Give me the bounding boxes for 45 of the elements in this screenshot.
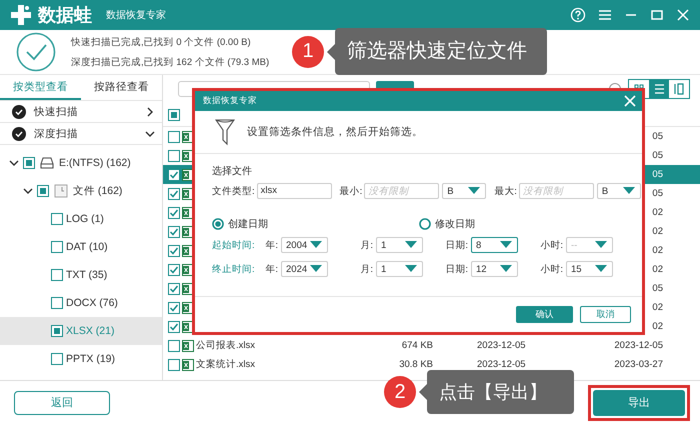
table-cell: 公司报表.xlsx — [196, 340, 255, 351]
table-cell: 02 — [652, 321, 663, 332]
field-label: 月: — [360, 262, 373, 276]
table-cell: 02 — [652, 264, 663, 275]
scan-summary-text: 深度扫描已完成,已找到 162 个文件 (79.3 MB) — [71, 56, 270, 68]
window-title: 数据恢复专家 — [106, 8, 166, 22]
table-cell: 02 — [652, 245, 663, 256]
field-label: 年: — [265, 262, 278, 276]
table-cell: 02 — [652, 226, 663, 237]
field-label: 文件类型: — [212, 184, 255, 198]
field-label: 日期: — [445, 262, 468, 276]
table-cell: 02 — [652, 302, 663, 313]
table-cell: 05 — [652, 188, 663, 199]
callout-label: 筛选器快速定位文件 — [335, 28, 547, 75]
scan-summary-text: 快速扫描已完成,已找到 0 个文件 (0.00 B) — [71, 36, 252, 48]
section-title: 选择文件 — [212, 164, 253, 178]
time-label: 起始时间: — [212, 238, 256, 252]
table-cell: 30.8 KB — [399, 359, 433, 370]
table-cell: 2023-12-05 — [477, 359, 526, 370]
instruction-text: 设置筛选条件信息，然后开始筛选。 — [247, 125, 423, 139]
table-cell: 674 KB — [402, 340, 433, 351]
step-number-badge: 1 — [292, 36, 324, 68]
field-label: 最大: — [494, 184, 517, 198]
time-label: 终止时间: — [212, 262, 256, 276]
table-cell: 2023-03-27 — [614, 359, 663, 370]
table-cell: 05 — [652, 150, 663, 161]
logo-text: 数据蛙 — [38, 4, 92, 27]
table-cell: 05 — [652, 283, 663, 294]
field-label: 小时: — [540, 262, 563, 276]
field-label: 年: — [265, 238, 278, 252]
scan-label: 快速扫描 — [34, 104, 79, 118]
field-label: 最小: — [340, 184, 362, 198]
field-label: 小时: — [540, 238, 563, 252]
field-label: 日期: — [445, 238, 468, 252]
callout-label: 点击【导出】 — [427, 370, 574, 414]
table-cell: 2023-12-05 — [614, 340, 663, 351]
table-cell: 文案统计.xlsx — [196, 359, 255, 370]
scan-label: 深度扫描 — [34, 126, 79, 140]
table-cell: 2023-12-05 — [477, 340, 526, 351]
step-number-badge: 2 — [384, 376, 416, 408]
table-cell: 02 — [652, 207, 663, 218]
dialog-title: 数据恢复专家 — [203, 95, 257, 107]
table-cell: 05 — [652, 131, 663, 142]
table-cell: 05 — [652, 169, 663, 180]
field-label: 月: — [360, 238, 373, 252]
